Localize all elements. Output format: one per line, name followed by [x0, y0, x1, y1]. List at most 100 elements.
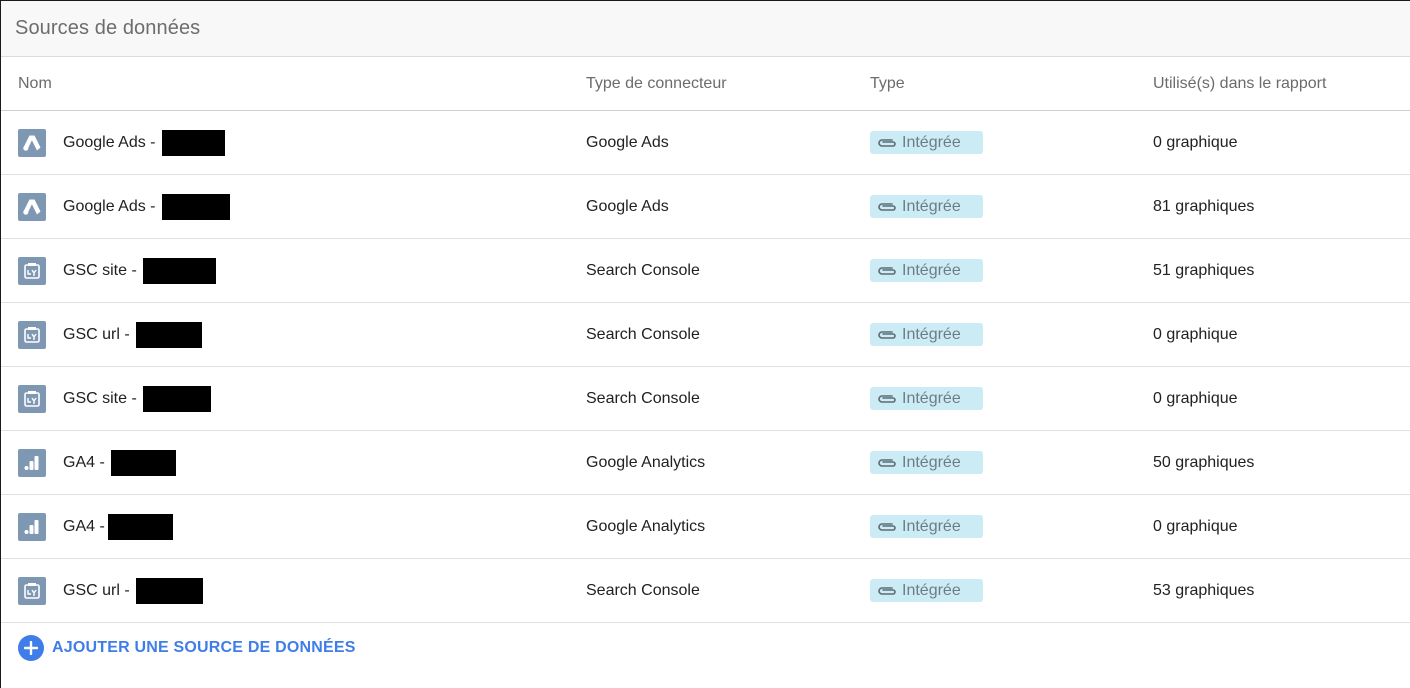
- connector-type: Google Analytics: [586, 517, 706, 535]
- source-name: GA4 -: [63, 517, 105, 535]
- search-console-icon: [18, 576, 46, 605]
- paperclip-icon: [878, 394, 896, 403]
- type-badge: Intégrée: [870, 195, 983, 218]
- redacted-block: [142, 385, 211, 412]
- source-name: GSC site -: [63, 389, 137, 407]
- source-name: Google Ads -: [63, 197, 156, 215]
- type-badge-label: Intégrée: [902, 325, 961, 343]
- type-badge-label: Intégrée: [902, 261, 961, 279]
- type-badge-label: Intégrée: [902, 581, 961, 599]
- used-in-report: 0 graphique: [1153, 133, 1238, 151]
- redacted-block: [135, 321, 202, 348]
- column-header-name[interactable]: Nom: [18, 57, 52, 110]
- paperclip-icon: [878, 330, 896, 339]
- search-console-icon: [18, 384, 46, 413]
- type-badge: Intégrée: [870, 323, 983, 346]
- table-row[interactable]: Google Ads - Google Ads Intégrée 0 graph…: [1, 111, 1410, 175]
- table-row[interactable]: GA4 - Google Analytics Intégrée 0 graphi…: [1, 495, 1410, 559]
- search-console-icon: [18, 256, 46, 285]
- paperclip-icon: [878, 586, 896, 595]
- used-in-report: 53 graphiques: [1153, 581, 1255, 599]
- paperclip-icon: [878, 522, 896, 531]
- connector-type: Search Console: [586, 325, 700, 343]
- panel-header: Sources de données: [1, 1, 1410, 57]
- type-badge: Intégrée: [870, 515, 983, 538]
- panel-title: Sources de données: [15, 17, 201, 39]
- source-name: Google Ads -: [63, 133, 156, 151]
- add-data-source-label: AJOUTER UNE SOURCE DE DONNÉES: [52, 639, 356, 656]
- add-data-source-button[interactable]: AJOUTER UNE SOURCE DE DONNÉES: [18, 635, 356, 661]
- row-name-cell[interactable]: GSC url -: [18, 559, 203, 622]
- source-name: GSC url -: [63, 581, 130, 599]
- redacted-block: [135, 577, 203, 604]
- type-badge: Intégrée: [870, 131, 983, 154]
- table-row[interactable]: GSC url - Search Console Intégrée 0 grap…: [1, 303, 1410, 367]
- type-badge-label: Intégrée: [902, 517, 961, 535]
- google-ads-icon: [18, 192, 46, 221]
- source-name: GSC site -: [63, 261, 137, 279]
- data-sources-table: Nom Type de connecteur Type Utilisé(s) d…: [1, 57, 1410, 623]
- redacted-block: [107, 513, 173, 540]
- row-name-cell[interactable]: Google Ads -: [18, 175, 230, 238]
- type-badge-label: Intégrée: [902, 453, 961, 471]
- type-badge-label: Intégrée: [902, 133, 961, 151]
- type-cell: Intégrée: [870, 495, 983, 558]
- source-name: GSC url -: [63, 325, 130, 343]
- table-row[interactable]: GSC site - Search Console Intégrée 51 gr…: [1, 239, 1410, 303]
- connector-type: Search Console: [586, 389, 700, 407]
- used-in-report: 51 graphiques: [1153, 261, 1255, 279]
- paperclip-icon: [878, 202, 896, 211]
- type-cell: Intégrée: [870, 559, 983, 622]
- connector-type: Search Console: [586, 581, 700, 599]
- table-row[interactable]: GSC site - Search Console Intégrée 0 gra…: [1, 367, 1410, 431]
- type-badge: Intégrée: [870, 259, 983, 282]
- redacted-block: [161, 129, 225, 156]
- row-name-cell[interactable]: GA4 -: [18, 431, 176, 494]
- connector-type: Google Analytics: [586, 453, 706, 471]
- redacted-block: [110, 449, 176, 476]
- source-name: GA4 -: [63, 453, 105, 471]
- type-badge-label: Intégrée: [902, 197, 961, 215]
- connector-type: Search Console: [586, 261, 700, 279]
- table-row[interactable]: GA4 - Google Analytics Intégrée 50 graph…: [1, 431, 1410, 495]
- type-cell: Intégrée: [870, 367, 983, 430]
- type-badge: Intégrée: [870, 387, 983, 410]
- row-name-cell[interactable]: GA4 -: [18, 495, 173, 558]
- type-cell: Intégrée: [870, 239, 983, 302]
- type-cell: Intégrée: [870, 111, 983, 174]
- column-header-type[interactable]: Type: [870, 57, 905, 110]
- type-badge: Intégrée: [870, 451, 983, 474]
- table-row[interactable]: GSC url - Search Console Intégrée 53 gra…: [1, 559, 1410, 623]
- google-analytics-icon: [18, 512, 46, 541]
- redacted-block: [142, 257, 216, 284]
- used-in-report: 0 graphique: [1153, 389, 1238, 407]
- type-cell: Intégrée: [870, 175, 983, 238]
- row-name-cell[interactable]: Google Ads -: [18, 111, 225, 174]
- redacted-block: [161, 193, 230, 220]
- type-badge-label: Intégrée: [902, 389, 961, 407]
- connector-type: Google Ads: [586, 197, 669, 215]
- plus-circle-icon: [18, 635, 44, 661]
- type-badge: Intégrée: [870, 579, 983, 602]
- row-name-cell[interactable]: GSC url -: [18, 303, 202, 366]
- data-sources-panel: Sources de données Nom Type de connecteu…: [0, 0, 1410, 688]
- table-row[interactable]: Google Ads - Google Ads Intégrée 81 grap…: [1, 175, 1410, 239]
- paperclip-icon: [878, 138, 896, 147]
- type-cell: Intégrée: [870, 431, 983, 494]
- paperclip-icon: [878, 458, 896, 467]
- search-console-icon: [18, 320, 46, 349]
- row-name-cell[interactable]: GSC site -: [18, 367, 211, 430]
- connector-type: Google Ads: [586, 133, 669, 151]
- paperclip-icon: [878, 266, 896, 275]
- row-name-cell[interactable]: GSC site -: [18, 239, 216, 302]
- google-ads-icon: [18, 128, 46, 157]
- used-in-report: 50 graphiques: [1153, 453, 1255, 471]
- google-analytics-icon: [18, 448, 46, 477]
- used-in-report: 0 graphique: [1153, 325, 1238, 343]
- column-header-used[interactable]: Utilisé(s) dans le rapport: [1153, 57, 1326, 110]
- table-header-row: Nom Type de connecteur Type Utilisé(s) d…: [1, 57, 1410, 111]
- column-header-connector[interactable]: Type de connecteur: [586, 57, 727, 110]
- type-cell: Intégrée: [870, 303, 983, 366]
- used-in-report: 81 graphiques: [1153, 197, 1255, 215]
- used-in-report: 0 graphique: [1153, 517, 1238, 535]
